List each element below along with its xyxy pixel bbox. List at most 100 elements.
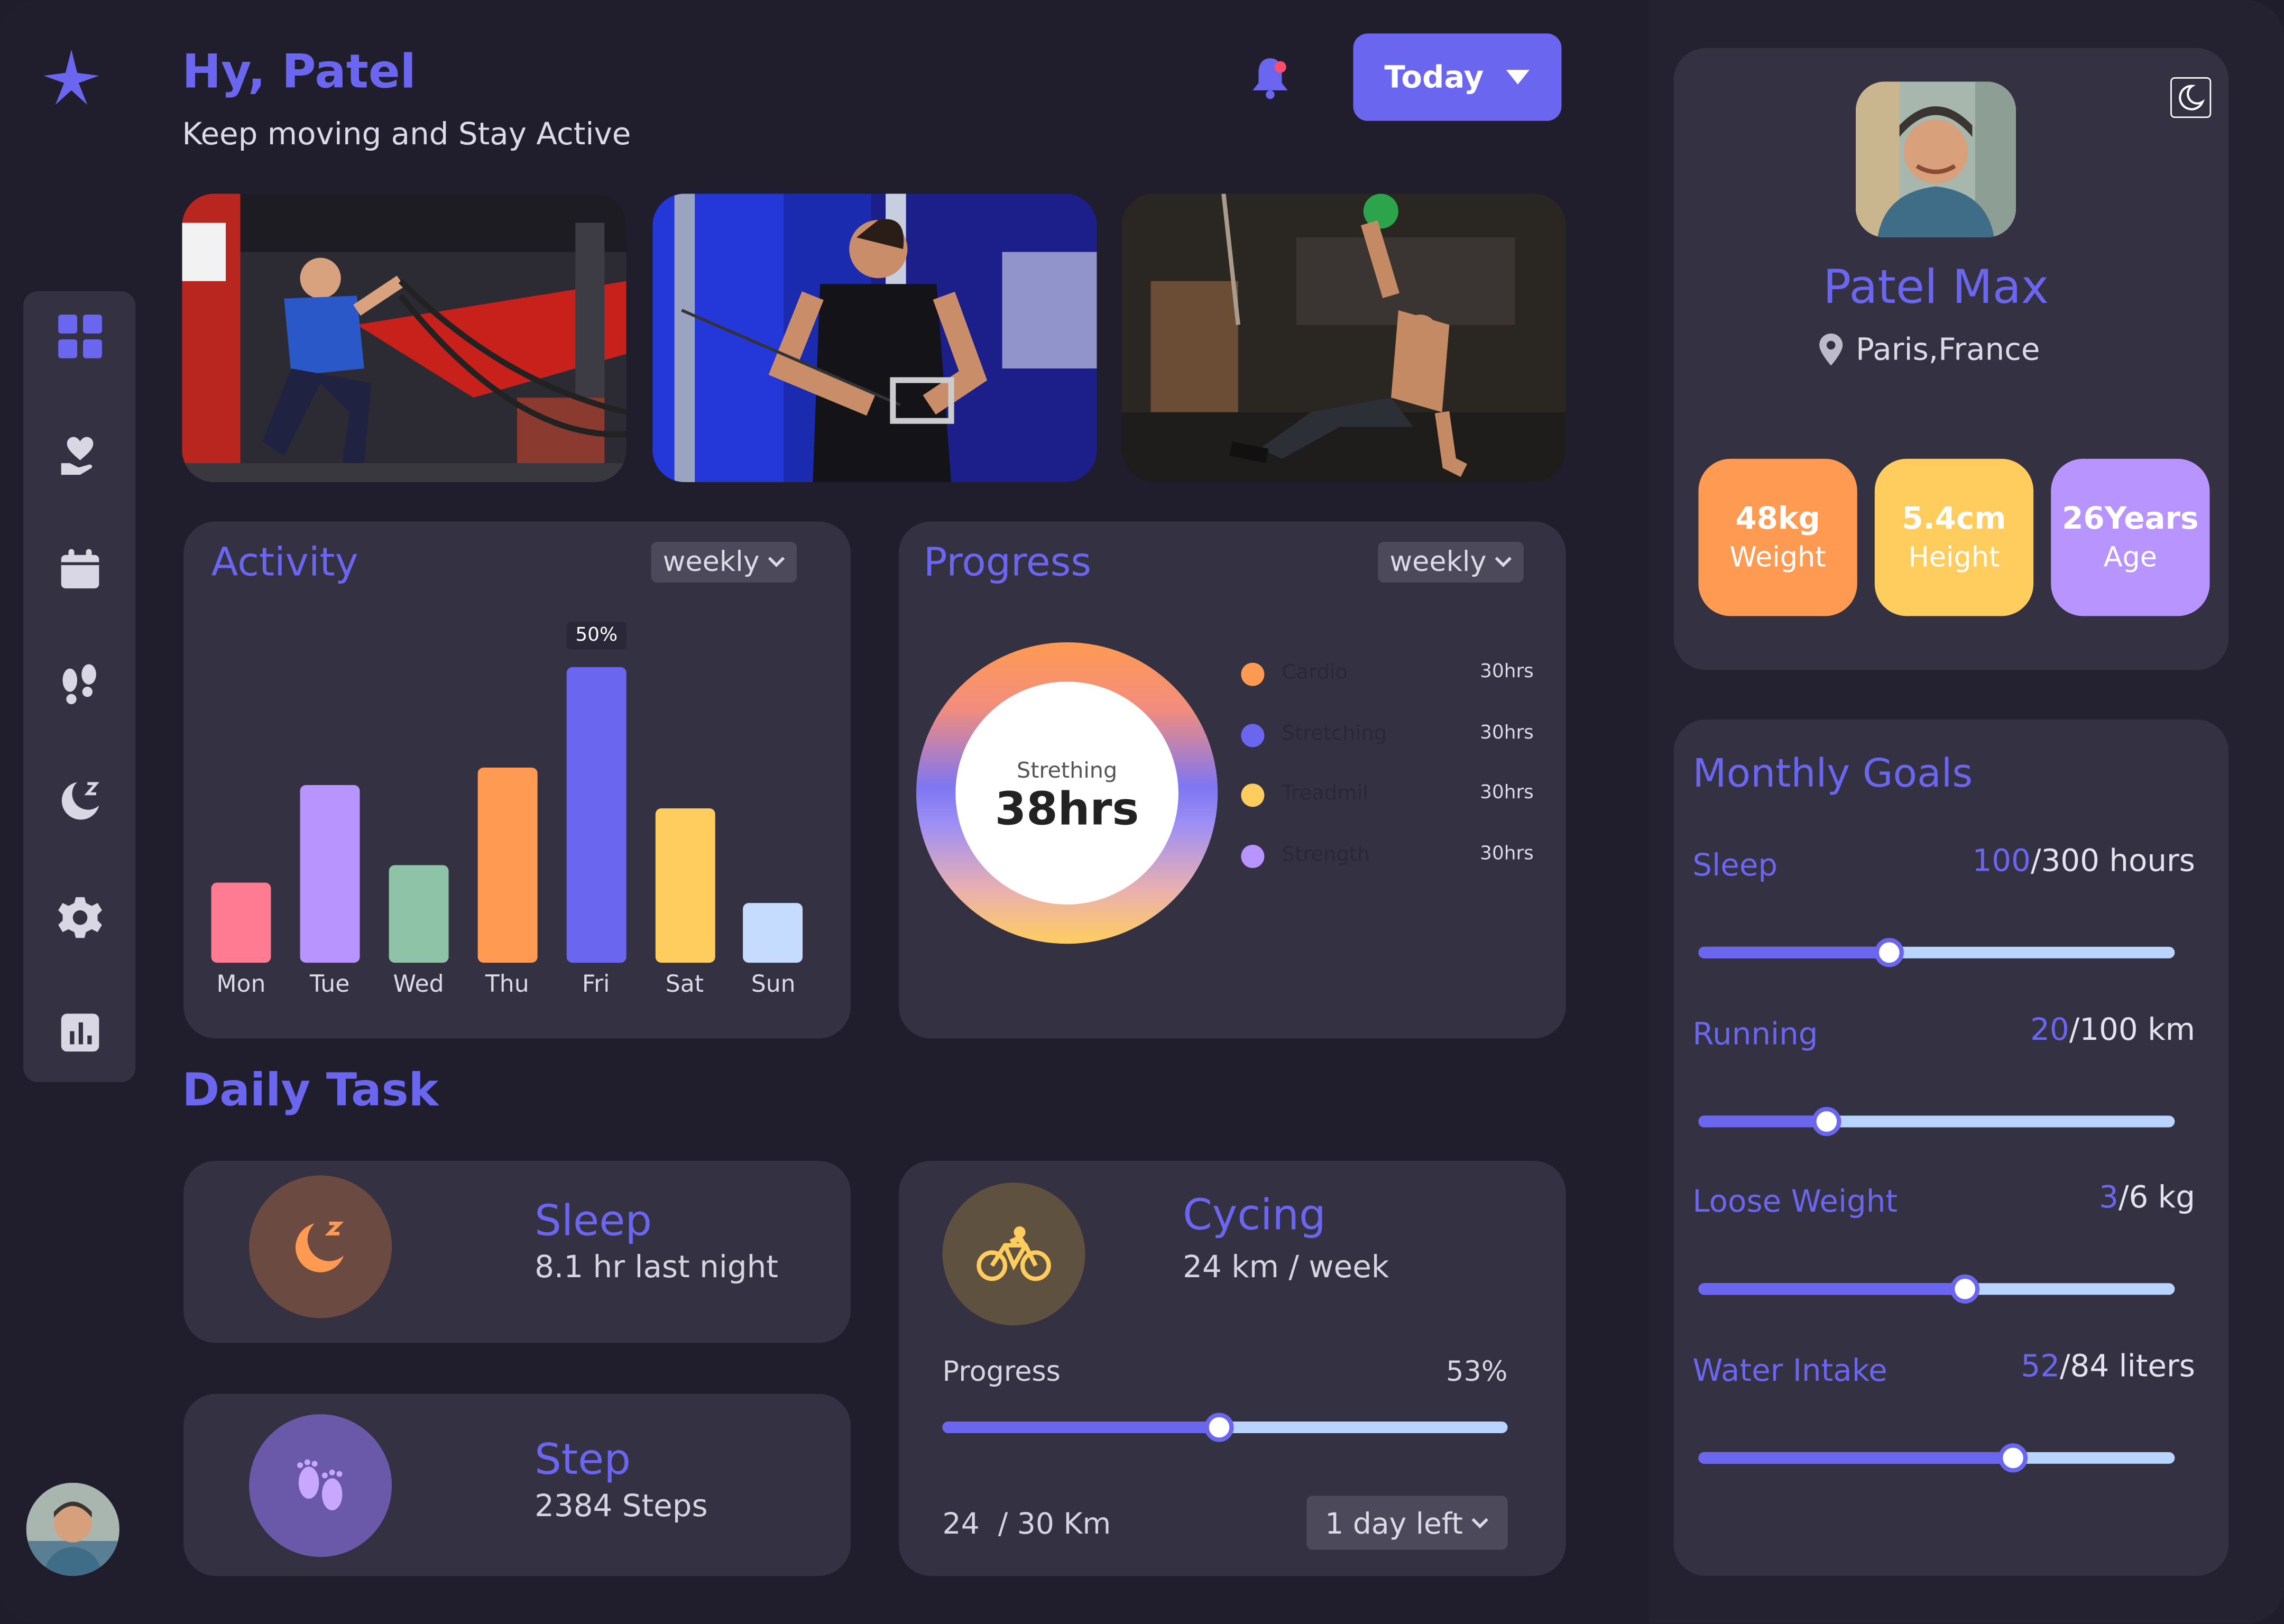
activity-bar-wed[interactable] bbox=[389, 865, 449, 963]
legend-label: Treadmil bbox=[1282, 782, 1369, 806]
chevron-down-icon bbox=[768, 557, 786, 567]
stat-value: 26Years bbox=[2062, 501, 2199, 536]
workout-photo-battle-ropes[interactable] bbox=[182, 193, 627, 482]
sleep-task-card[interactable]: Sleep 8.1 hr last night bbox=[183, 1160, 851, 1343]
activity-day-label: Tue bbox=[310, 970, 350, 998]
app-window: Hy, Patel Keep moving and Stay Active To… bbox=[0, 0, 2284, 1624]
goal-slider-fill bbox=[1698, 946, 1889, 958]
goal-slider[interactable] bbox=[1698, 1275, 2175, 1304]
daily-task-heading: Daily Task bbox=[182, 1064, 439, 1118]
period-dropdown-label: Today bbox=[1384, 59, 1484, 95]
sleep-task-detail: 8.1 hr last night bbox=[535, 1249, 778, 1285]
bar-highlight-tooltip: 50% bbox=[566, 622, 627, 650]
activity-day-label: Wed bbox=[393, 970, 444, 998]
activity-bar-thu[interactable] bbox=[477, 767, 537, 963]
sleep-moon-icon[interactable] bbox=[56, 776, 105, 826]
goal-value: 100/300 hours bbox=[1972, 843, 2195, 878]
goal-slider-handle[interactable] bbox=[1998, 1443, 2028, 1473]
step-task-icon bbox=[249, 1414, 392, 1557]
profile-location-text: Paris,France bbox=[1855, 332, 2040, 367]
activity-bar-mon[interactable] bbox=[211, 883, 271, 963]
goal-target: /100 km bbox=[2069, 1011, 2195, 1047]
cycling-deadline-dropdown[interactable]: 1 day left bbox=[1306, 1496, 1508, 1550]
goal-current: 20 bbox=[2030, 1011, 2069, 1047]
goal-slider-handle[interactable] bbox=[1812, 1106, 1842, 1136]
activity-filter-label: weekly bbox=[662, 546, 760, 578]
step-task-card[interactable]: Step 2384 Steps bbox=[183, 1394, 851, 1576]
profile-stat-weight: 48kg Weight bbox=[1698, 458, 1857, 616]
activity-bar-sun[interactable] bbox=[743, 903, 804, 963]
donut-center-label: Strething bbox=[1016, 757, 1118, 784]
goal-slider-handle[interactable] bbox=[1950, 1275, 1980, 1304]
goal-value: 3/6 kg bbox=[2099, 1180, 2195, 1215]
location-pin-icon bbox=[1819, 333, 1843, 366]
monthly-goals-card: Monthly Goals Sleep 100/300 hours Running 2… bbox=[1673, 719, 2229, 1576]
activity-day-label: Mon bbox=[216, 970, 266, 998]
activity-day-label: Fri bbox=[582, 970, 610, 998]
sleep-task-title: Sleep bbox=[535, 1195, 652, 1245]
progress-filter-label: weekly bbox=[1389, 546, 1487, 578]
dark-mode-toggle-icon[interactable] bbox=[2170, 77, 2212, 118]
goal-slider[interactable] bbox=[1698, 1106, 2175, 1136]
progress-filter-dropdown[interactable]: weekly bbox=[1378, 541, 1525, 583]
legend-value: 30hrs bbox=[1480, 661, 1534, 684]
workout-photo-kettlebell[interactable] bbox=[1121, 193, 1566, 482]
goal-slider[interactable] bbox=[1698, 1443, 2175, 1473]
legend-label: Strength bbox=[1282, 842, 1370, 866]
user-avatar[interactable] bbox=[26, 1482, 119, 1576]
greeting-subtitle: Keep moving and Stay Active bbox=[182, 116, 631, 152]
sidebar bbox=[23, 291, 136, 1083]
profile-stat-height: 5.4cm Height bbox=[1874, 458, 2034, 616]
legend-dot bbox=[1241, 783, 1265, 807]
activity-filter-dropdown[interactable]: weekly bbox=[651, 541, 798, 583]
monthly-goals-title: Monthly Goals bbox=[1692, 751, 1973, 797]
calendar-icon[interactable] bbox=[56, 545, 105, 594]
cycling-task-icon bbox=[942, 1183, 1085, 1326]
notification-bell-icon[interactable] bbox=[1248, 54, 1292, 100]
goal-slider-fill bbox=[1698, 1115, 1827, 1127]
goal-current: 100 bbox=[1972, 843, 2031, 879]
cycling-deadline-label: 1 day left bbox=[1325, 1505, 1463, 1540]
donut-center-value: 38hrs bbox=[994, 783, 1139, 836]
chevron-down-icon bbox=[1472, 1517, 1489, 1528]
progress-title: Progress bbox=[923, 540, 1092, 586]
goal-value: 20/100 km bbox=[2030, 1012, 2195, 1047]
goal-current: 3 bbox=[2099, 1180, 2119, 1215]
cycling-progress-slider[interactable] bbox=[942, 1413, 1508, 1442]
stats-icon[interactable] bbox=[56, 1008, 105, 1058]
goal-label: Loose Weight bbox=[1692, 1184, 1898, 1220]
settings-icon[interactable] bbox=[56, 893, 105, 943]
caret-down-icon bbox=[1505, 70, 1529, 85]
stat-label: Age bbox=[2103, 541, 2157, 574]
activity-bar-sat[interactable] bbox=[655, 809, 715, 963]
goal-slider[interactable] bbox=[1698, 938, 2175, 967]
goal-current: 52 bbox=[2021, 1349, 2060, 1384]
cycling-task-detail: 24 km / week bbox=[1183, 1249, 1389, 1285]
stat-value: 5.4cm bbox=[1902, 501, 2006, 536]
period-dropdown-button[interactable]: Today bbox=[1353, 33, 1562, 121]
legend-value: 30hrs bbox=[1480, 722, 1534, 744]
activity-day-label: Sat bbox=[665, 970, 704, 998]
sleep-task-icon bbox=[249, 1175, 392, 1318]
cycling-progress-handle[interactable] bbox=[1204, 1413, 1234, 1442]
stat-label: Height bbox=[1908, 541, 2000, 574]
activity-bar-tue[interactable] bbox=[300, 785, 360, 963]
goal-label: Water Intake bbox=[1692, 1353, 1887, 1388]
legend-value: 30hrs bbox=[1480, 842, 1534, 865]
heart-hand-icon[interactable] bbox=[56, 430, 105, 479]
goal-target: /300 hours bbox=[2030, 843, 2195, 879]
legend-value: 30hrs bbox=[1480, 782, 1534, 804]
cycling-progress-fill bbox=[942, 1421, 1220, 1434]
activity-card: Activity weekly 50% Mon Tue Wed Thu Fri Sat Su… bbox=[183, 521, 851, 1039]
chevron-down-icon bbox=[1495, 557, 1513, 567]
activity-bar-fri[interactable] bbox=[566, 667, 626, 963]
activity-day-label: Sun bbox=[751, 970, 796, 998]
dashboard-icon[interactable] bbox=[56, 312, 105, 362]
goal-slider-handle[interactable] bbox=[1874, 938, 1904, 967]
footsteps-icon[interactable] bbox=[56, 661, 105, 711]
step-task-detail: 2384 Steps bbox=[535, 1488, 708, 1524]
cycling-task-card[interactable]: Cycing 24 km / week Progress 53% 24 / 30… bbox=[898, 1160, 1566, 1576]
legend-dot bbox=[1241, 662, 1265, 686]
workout-photo-cable-machine[interactable] bbox=[652, 193, 1097, 482]
profile-stat-age: 26Years Age bbox=[2051, 458, 2210, 616]
